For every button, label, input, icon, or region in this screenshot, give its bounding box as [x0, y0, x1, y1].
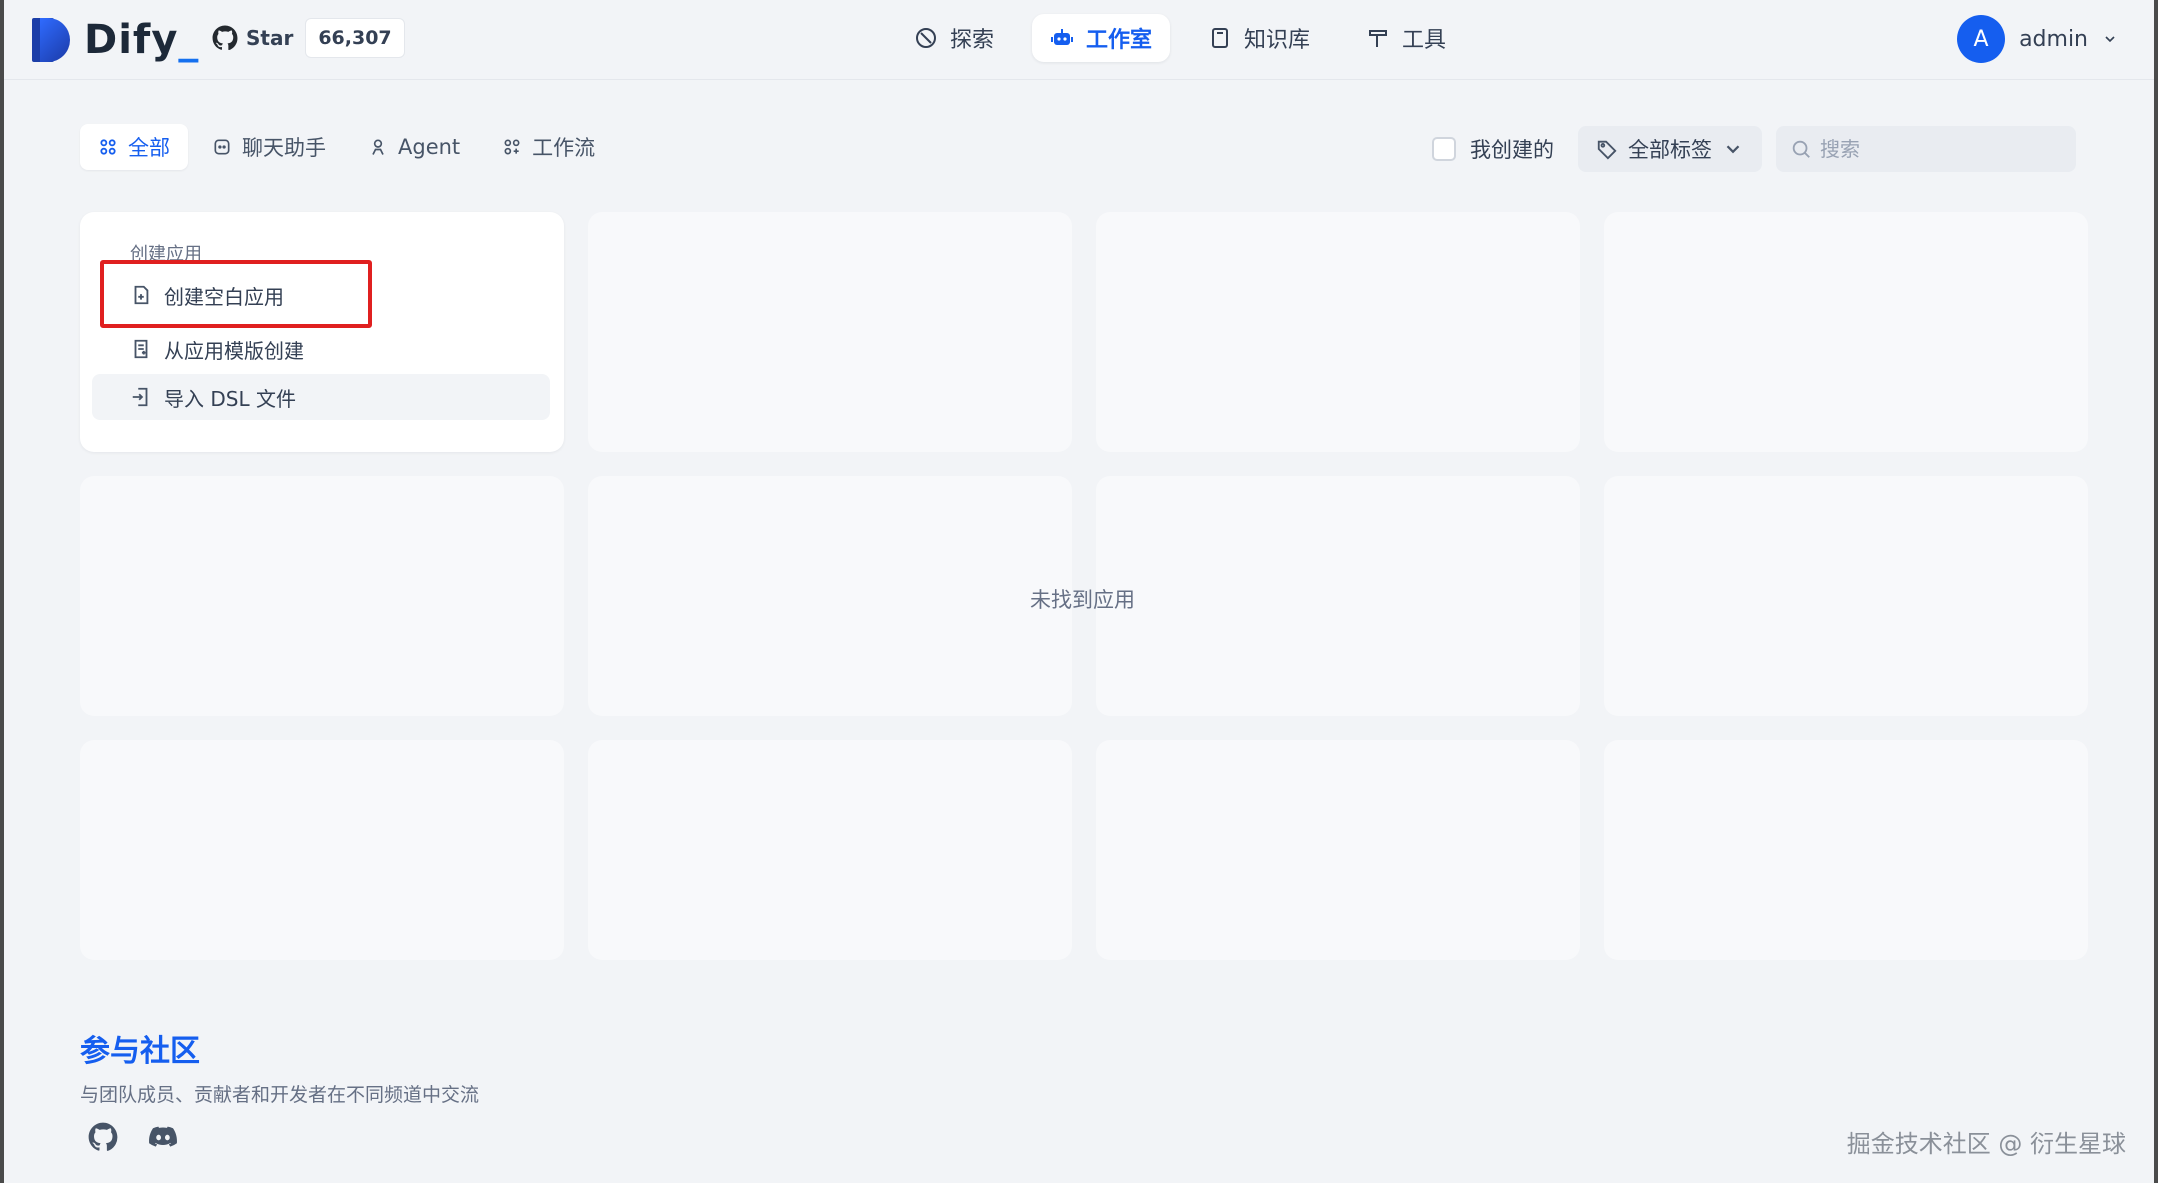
placeholder-card: [80, 740, 564, 960]
dify-logo-icon: [32, 18, 72, 62]
placeholder-card: [1604, 740, 2088, 960]
nav-studio-label: 工作室: [1086, 28, 1153, 53]
top-header: Dify_ Star 66,307 探索 工作室 知识库 工具 A admin: [4, 0, 2154, 80]
github-icon: [212, 25, 238, 51]
filters: 我创建的 全部标签: [1432, 126, 2076, 172]
watermark-text: 掘金技术社区 @ 衍生星球: [1846, 1130, 2126, 1158]
discord-icon[interactable]: [148, 1122, 178, 1152]
placeholder-card: [588, 212, 1072, 452]
grid-icon: [100, 139, 116, 155]
github-icon[interactable]: [88, 1122, 118, 1152]
social-links: [88, 1122, 178, 1152]
user-menu[interactable]: A admin: [1957, 14, 2118, 64]
workflow-icon: [504, 139, 520, 155]
placeholder-card: [1604, 212, 2088, 452]
empty-state-text: 未找到应用: [1030, 588, 1135, 612]
create-app-card: 创建应用 创建空白应用 从应用模版创建 导入 DSL 文件: [80, 212, 564, 452]
template-icon: [134, 339, 148, 359]
tag-icon: [1597, 140, 1617, 160]
tab-agent-label: Agent: [398, 135, 461, 159]
tab-agent[interactable]: Agent: [350, 124, 478, 170]
import-dsl-button[interactable]: 导入 DSL 文件: [92, 374, 550, 420]
tab-all[interactable]: 全部: [80, 124, 188, 170]
community-title: 参与社区: [80, 1034, 200, 1069]
nav-explore[interactable]: 探索: [896, 14, 1012, 62]
placeholder-card: [1096, 740, 1580, 960]
import-dsl-label: 导入 DSL 文件: [164, 386, 296, 411]
community-section: 参与社区 与团队成员、贡献者和开发者在不同频道中交流: [80, 1026, 479, 1107]
placeholder-card: [1604, 476, 2088, 716]
tab-all-label: 全部: [128, 136, 170, 160]
create-from-template-button[interactable]: 从应用模版创建: [92, 326, 550, 372]
placeholder-card: [1096, 476, 1580, 716]
star-count: 66,307: [305, 18, 405, 58]
chat-icon: [214, 139, 230, 155]
tab-chat-label: 聊天助手: [242, 136, 326, 160]
star-label: Star: [246, 26, 294, 50]
placeholder-card: [80, 476, 564, 716]
tab-workflow-label: 工作流: [532, 136, 596, 160]
community-description: 与团队成员、贡献者和开发者在不同频道中交流: [80, 1084, 480, 1106]
chevron-down-icon: [2105, 36, 2115, 43]
chevron-down-icon: [1726, 145, 1740, 154]
tag-filter-select[interactable]: 全部标签: [1578, 126, 1762, 172]
robot-icon: [1051, 29, 1074, 45]
compass-icon: [916, 28, 936, 48]
logo-text: Dify_: [84, 17, 200, 63]
github-star[interactable]: Star 66,307: [212, 18, 405, 58]
annotation-highlight-box: [100, 260, 372, 328]
create-from-template-label: 从应用模版创建: [164, 338, 304, 363]
nav-tools-label: 工具: [1402, 28, 1447, 53]
user-name: admin: [2019, 26, 2088, 52]
app-window: Dify_ Star 66,307 探索 工作室 知识库 工具 A admin …: [0, 0, 2158, 1183]
tab-workflow[interactable]: 工作流: [484, 124, 613, 170]
main-nav: 探索 工作室 知识库 工具: [896, 14, 1464, 62]
nav-studio[interactable]: 工作室: [1032, 14, 1171, 62]
dify-logo[interactable]: Dify_: [32, 17, 199, 63]
avatar: A: [1957, 15, 2006, 63]
nav-knowledge[interactable]: 知识库: [1190, 14, 1328, 62]
created-by-me-toggle[interactable]: 我创建的: [1432, 134, 1554, 164]
created-by-me-label: 我创建的: [1470, 138, 1554, 162]
nav-tools[interactable]: 工具: [1348, 14, 1464, 62]
nav-explore-label: 探索: [950, 28, 995, 53]
placeholder-card: [588, 476, 1072, 716]
search-icon: [1792, 140, 1810, 158]
import-icon: [132, 387, 148, 407]
search-input[interactable]: [1820, 137, 2060, 161]
book-icon: [1212, 28, 1229, 48]
tab-chat[interactable]: 聊天助手: [194, 124, 344, 170]
nav-knowledge-label: 知识库: [1244, 28, 1311, 53]
hammer-icon: [1369, 30, 1388, 47]
search-box[interactable]: [1776, 126, 2076, 172]
created-by-me-checkbox[interactable]: [1432, 137, 1456, 161]
placeholder-card: [588, 740, 1072, 960]
agent-icon: [372, 139, 384, 155]
placeholder-card: [1096, 212, 1580, 452]
app-type-tabs: 全部 聊天助手 Agent 工作流: [80, 124, 613, 170]
tag-filter-label: 全部标签: [1628, 138, 1712, 162]
